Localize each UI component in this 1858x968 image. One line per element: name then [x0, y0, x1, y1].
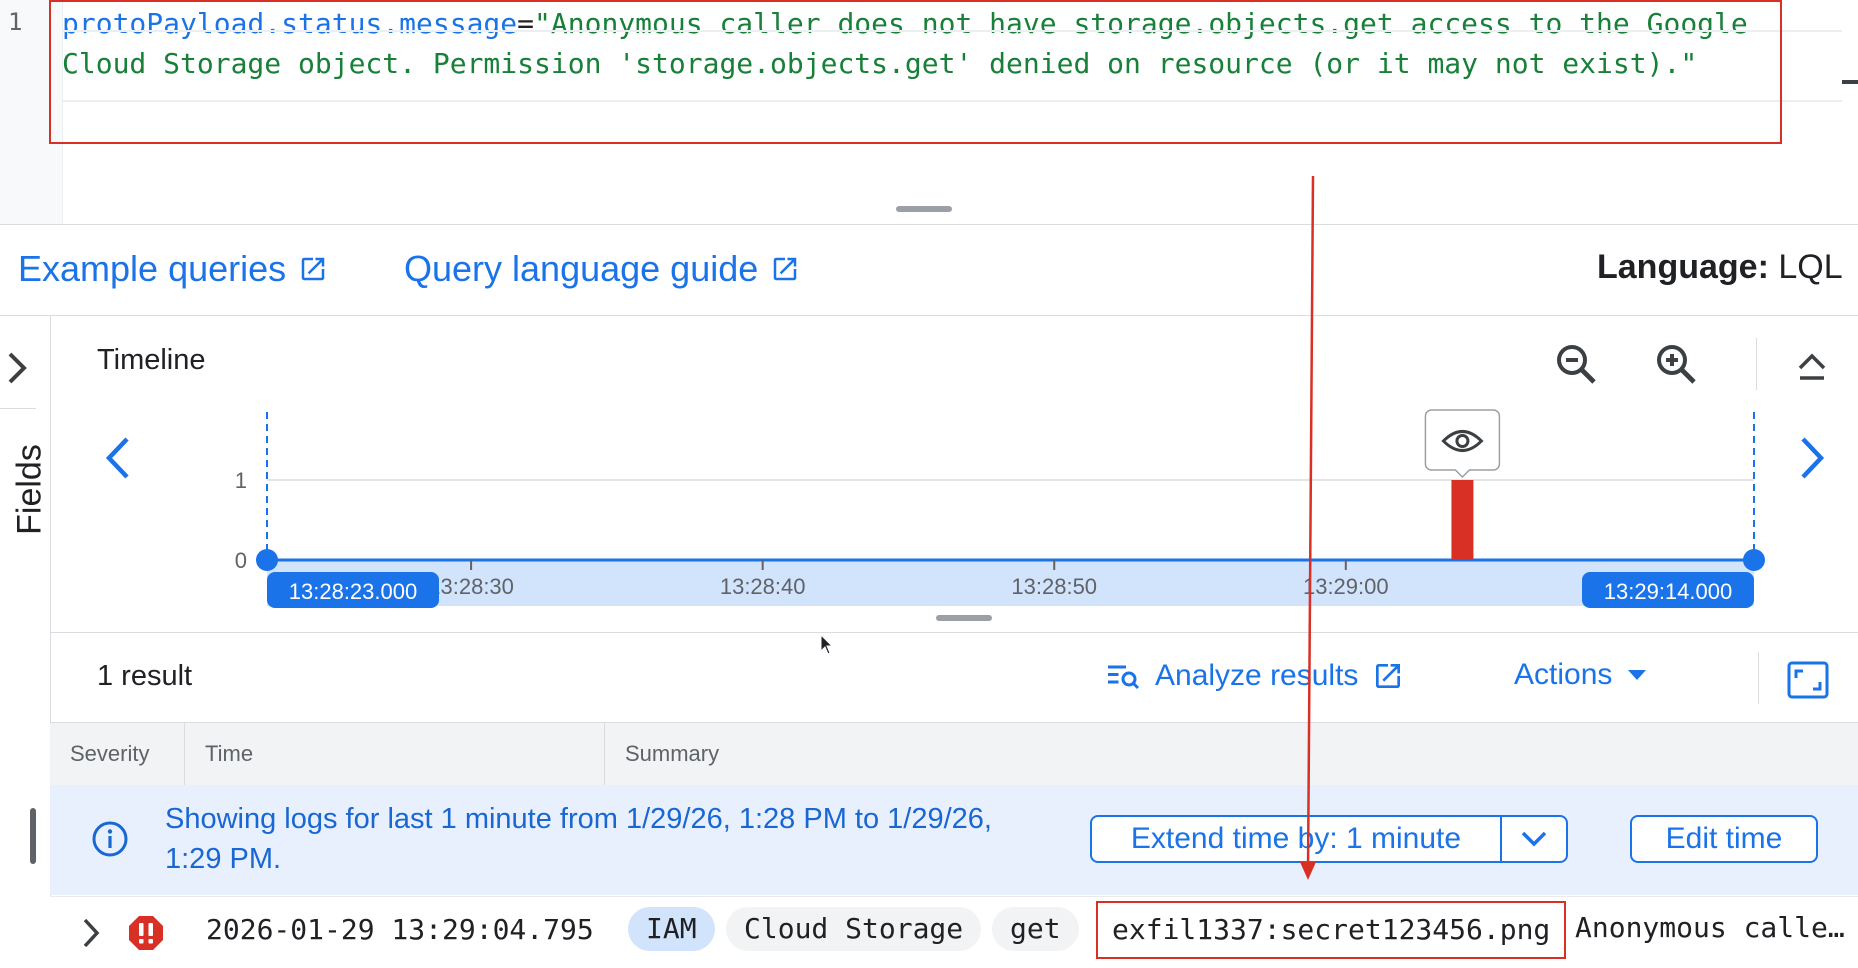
- zoom-in-button[interactable]: [1650, 338, 1702, 390]
- collapse-up-icon: [1798, 353, 1826, 380]
- chevron-right-icon: [1801, 437, 1825, 479]
- chip-service[interactable]: IAM: [628, 907, 715, 951]
- query-language-guide-link[interactable]: Query language guide: [404, 248, 800, 290]
- y-axis: 01: [235, 468, 247, 573]
- range-end-label: 13:29:14.000: [1604, 579, 1732, 604]
- analyze-results-label: Analyze results: [1155, 659, 1359, 692]
- line-number: 1: [8, 8, 23, 36]
- chevron-down-icon: [1521, 831, 1547, 847]
- divider: [1756, 338, 1757, 390]
- open-in-new-icon: [301, 257, 325, 281]
- extend-time-button[interactable]: Extend time by: 1 minute: [1092, 817, 1500, 861]
- timeline-next-button[interactable]: [1792, 432, 1832, 484]
- chevron-right-icon: [8, 352, 27, 384]
- zoom-out-icon: [1557, 345, 1596, 384]
- divider: [1758, 652, 1759, 704]
- error-severity-icon: [129, 916, 163, 950]
- divider: [0, 315, 1858, 316]
- chip-resource-type[interactable]: Cloud Storage: [726, 907, 982, 951]
- range-start-label: 13:28:23.000: [289, 579, 417, 604]
- timeline-resize-handle[interactable]: [936, 615, 992, 621]
- y-tick-label: 1: [235, 468, 247, 493]
- mouse-cursor-icon: [820, 634, 834, 655]
- actions-menu-button[interactable]: Actions: [1514, 658, 1648, 692]
- x-tick-label: 13:29:00: [1303, 574, 1389, 599]
- x-tick-label: 13:28:30: [428, 574, 514, 599]
- editor-resize-handle[interactable]: [896, 206, 952, 212]
- language-label: Language:: [1597, 248, 1769, 286]
- divider: [0, 408, 36, 409]
- range-start-handle: [256, 549, 278, 571]
- fields-rail: [0, 316, 51, 967]
- log-timestamp: 2026-01-29 13:29:04.795: [206, 913, 594, 946]
- open-in-new-icon: [1376, 664, 1401, 688]
- fullscreen-button[interactable]: [1786, 658, 1830, 702]
- timeline-previous-button[interactable]: [98, 432, 138, 484]
- annotation-box-query: [49, 0, 1782, 144]
- example-queries-label: Example queries: [18, 248, 287, 289]
- query-language-guide-label: Query language guide: [404, 248, 759, 289]
- marker-tooltip: [1424, 409, 1501, 479]
- language-value: LQL: [1778, 248, 1843, 286]
- table-header: Severity Time Summary: [50, 722, 1858, 786]
- extend-time-split-button: Extend time by: 1 minute: [1090, 815, 1568, 863]
- banner-message: Showing logs for last 1 minute from 1/29…: [165, 803, 992, 875]
- range-end-handle: [1743, 549, 1765, 571]
- chevron-right-icon: [83, 918, 100, 948]
- column-header-summary[interactable]: Summary: [605, 723, 1855, 785]
- scrollbar[interactable]: [30, 808, 36, 864]
- column-header-severity[interactable]: Severity: [50, 723, 185, 785]
- chevron-left-icon: [105, 437, 129, 479]
- dropdown-arrow-icon: [1628, 670, 1647, 680]
- edit-time-button[interactable]: Edit time: [1630, 815, 1818, 863]
- time-range-banner: Showing logs for last 1 minute from 1/29…: [50, 785, 1858, 895]
- x-tick-label: 13:28:40: [720, 574, 806, 599]
- chart-grid: [267, 479, 1754, 561]
- timeline-title: Timeline: [97, 344, 206, 376]
- histogram-bar: [1451, 480, 1474, 560]
- divider: [50, 632, 1858, 633]
- chip-method[interactable]: get: [992, 907, 1079, 951]
- fullscreen-icon: [1787, 661, 1829, 699]
- analyze-results-button[interactable]: Analyze results: [1105, 658, 1404, 694]
- timeline-histogram[interactable]: 01 13:28:30 13:28:40 13:28:50 13:29:00 13:2…: [220, 400, 1780, 610]
- editor-scrollbar[interactable]: [1842, 80, 1858, 84]
- chart-bars: [1451, 480, 1474, 560]
- column-header-time[interactable]: Time: [185, 723, 605, 785]
- zoom-in-icon: [1657, 345, 1696, 384]
- collapse-timeline-button[interactable]: [1786, 340, 1838, 392]
- zoom-out-button[interactable]: [1550, 338, 1602, 390]
- log-entry-row[interactable]: 2026-01-29 13:29:04.795 IAM Cloud Storag…: [50, 896, 1858, 968]
- open-in-new-icon: [774, 257, 797, 281]
- x-tick-label: 13:28:50: [1011, 574, 1097, 599]
- analyze-icon: [1108, 665, 1140, 690]
- chip-resource-name[interactable]: exfil1337:secret123456.png: [1096, 901, 1567, 959]
- expand-row-button[interactable]: [76, 915, 106, 951]
- bar-marker[interactable]: [1424, 409, 1501, 479]
- extend-time-dropdown[interactable]: [1502, 817, 1566, 861]
- expand-fields-button[interactable]: [4, 348, 32, 388]
- y-tick-label: 0: [235, 548, 247, 573]
- fields-label[interactable]: Fields: [11, 438, 50, 542]
- divider: [0, 224, 1858, 225]
- example-queries-link[interactable]: Example queries: [18, 248, 328, 290]
- log-summary: Anonymous calle…: [1575, 911, 1845, 944]
- language-selector[interactable]: Language: LQL: [1597, 248, 1843, 287]
- query-editor[interactable]: 1 protoPayload.status.message="Anonymous…: [0, 0, 1858, 224]
- result-count: 1 result: [97, 660, 193, 692]
- actions-label: Actions: [1514, 658, 1613, 691]
- info-icon: [92, 821, 128, 857]
